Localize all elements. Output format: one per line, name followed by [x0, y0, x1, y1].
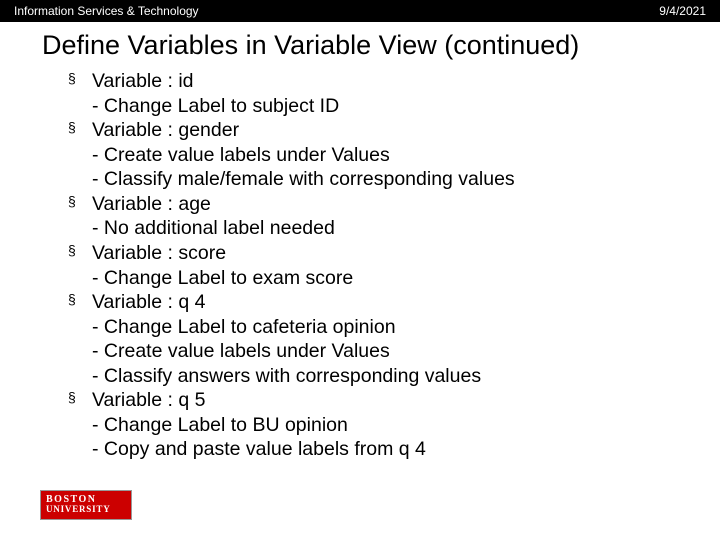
bullet-icon: § — [68, 242, 76, 260]
bullet-icon: § — [68, 70, 76, 88]
bullet-icon: § — [68, 119, 76, 137]
sub-item: - Change Label to cafeteria opinion — [68, 315, 720, 340]
bullet-item: § Variable : q 4 — [68, 290, 720, 315]
sub-item: - No additional label needed — [68, 216, 720, 241]
bullet-text: Variable : q 4 — [92, 291, 205, 313]
bullet-icon: § — [68, 291, 76, 309]
bullet-text: Variable : gender — [92, 119, 239, 141]
slide-title: Define Variables in Variable View (conti… — [0, 22, 720, 67]
sub-item: - Classify answers with corresponding va… — [68, 364, 720, 389]
bullet-text: Variable : id — [92, 70, 194, 92]
bullet-icon: § — [68, 193, 76, 211]
sub-item: - Create value labels under Values — [68, 339, 720, 364]
slide-content: § Variable : id - Change Label to subjec… — [0, 67, 720, 462]
bullet-text: Variable : score — [92, 242, 226, 264]
sub-item: - Change Label to BU opinion — [68, 413, 720, 438]
bullet-text: Variable : age — [92, 193, 211, 215]
bullet-item: § Variable : age — [68, 192, 720, 217]
bullet-icon: § — [68, 389, 76, 407]
sub-item: - Create value labels under Values — [68, 143, 720, 168]
sub-item: - Change Label to subject ID — [68, 94, 720, 119]
bullet-text: Variable : q 5 — [92, 389, 205, 411]
bullet-item: § Variable : gender — [68, 118, 720, 143]
topbar-left: Information Services & Technology — [14, 4, 199, 18]
sub-item: - Classify male/female with correspondin… — [68, 167, 720, 192]
sub-item: - Change Label to exam score — [68, 266, 720, 291]
bullet-item: § Variable : q 5 — [68, 388, 720, 413]
logo-line2: UNIVERSITY — [46, 505, 131, 514]
bullet-item: § Variable : id — [68, 69, 720, 94]
bullet-item: § Variable : score — [68, 241, 720, 266]
topbar-date: 9/4/2021 — [659, 4, 706, 18]
top-bar: Information Services & Technology 9/4/20… — [0, 0, 720, 22]
boston-university-logo: BOSTON UNIVERSITY — [40, 490, 132, 520]
sub-item: - Copy and paste value labels from q 4 — [68, 437, 720, 462]
